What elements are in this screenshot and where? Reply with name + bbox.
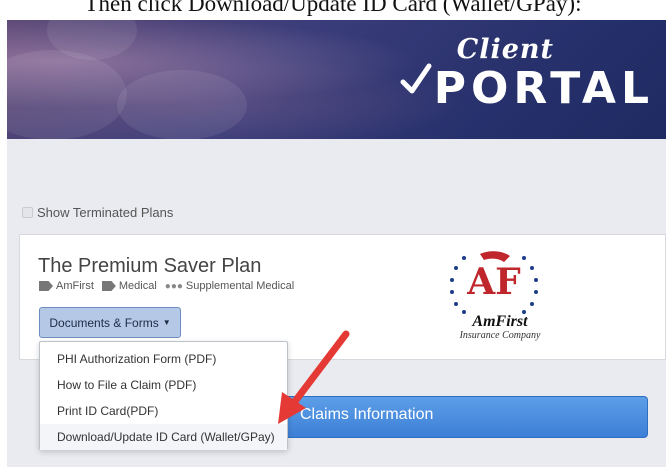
tag-amfirst: AmFirst (39, 280, 94, 292)
carrier-subtitle: Insurance Company (459, 330, 541, 341)
menu-item-phi-authorization[interactable]: PHI Authorization Form (PDF) (40, 346, 287, 372)
show-terminated-label: Show Terminated Plans (37, 205, 174, 220)
annotation-arrow-icon (278, 330, 350, 424)
instruction-text: Then click Download/Update ID Card (Wall… (84, 0, 582, 16)
documents-dropdown-menu: PHI Authorization Form (PDF) How to File… (39, 341, 288, 450)
plan-title: The Premium Saver Plan (38, 255, 262, 277)
checkmark-icon (400, 63, 432, 94)
logo-portal-text: PORTAL (433, 63, 654, 114)
af-monogram: AF (467, 261, 521, 303)
group-icon: ●●● (164, 280, 183, 292)
plan-tags: AmFirst Medical ●●● Supplemental Medical (39, 280, 302, 292)
tag-icon (101, 281, 116, 291)
caret-down-icon: ▼ (162, 318, 171, 327)
menu-item-how-to-file-claim[interactable]: How to File a Claim (PDF) (40, 372, 287, 398)
tag-medical: Medical (101, 280, 157, 292)
tag-label: Medical (118, 280, 157, 292)
documents-forms-button[interactable]: Documents & Forms ▼ (39, 307, 181, 338)
tag-label: AmFirst (56, 280, 94, 292)
show-terminated-checkbox[interactable] (22, 207, 33, 218)
client-portal-banner: Client PORTAL (7, 20, 666, 139)
logo-script-text: Client (456, 34, 554, 65)
tag-supplemental: ●●● Supplemental Medical (165, 280, 294, 292)
tag-icon (39, 281, 53, 291)
amfirst-logo: AF AmFirst Insurance Company (440, 242, 550, 346)
menu-item-print-id-card[interactable]: Print ID Card(PDF) (40, 398, 287, 424)
carrier-name: AmFirst (472, 313, 528, 330)
menu-item-download-id-card[interactable]: Download/Update ID Card (Wallet/GPay) (40, 424, 287, 450)
documents-forms-label: Documents & Forms (49, 315, 159, 330)
show-terminated-toggle[interactable]: Show Terminated Plans (22, 205, 173, 220)
tag-label: Supplemental Medical (185, 280, 295, 292)
